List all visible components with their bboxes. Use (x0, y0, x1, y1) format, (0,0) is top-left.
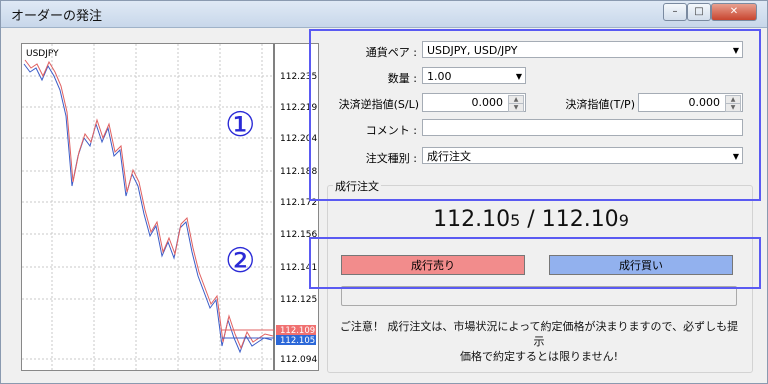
ask-price-last-digit: 9 (618, 211, 629, 230)
window-title: オーダーの発注 (11, 9, 103, 24)
chart-canvas: USDJPY 112.109 112.105 112.235112.219112… (22, 44, 317, 370)
chart-symbol: USDJPY (26, 49, 59, 59)
notice-line-2: 価格で約定するとは限りません! (459, 350, 619, 363)
ask-price-line (24, 59, 274, 350)
bid-ask-price: 112.105 / 112.109 (331, 207, 731, 232)
notice-line-1: ご注意！ 成行注文は、市場状況によって約定価格が決まりますので、必ずしも提示 (339, 320, 739, 348)
price-separator: / (520, 207, 542, 232)
market-notice: ご注意！ 成行注文は、市場状況によって約定価格が決まりますので、必ずしも提示 価… (337, 319, 741, 364)
annotation-marker-1: ① (225, 105, 256, 145)
order-dialog: オーダーの発注 – □ ✕ USDJPY 112.109 112.105 112… (0, 0, 768, 384)
bid-price-main: 112.10 (433, 207, 511, 232)
ask-price-main: 112.10 (541, 207, 619, 232)
highlight-box-2 (309, 237, 761, 289)
ask-price-label: 112.109 (280, 326, 315, 336)
bid-price-label: 112.105 (280, 336, 315, 346)
progress-bar (341, 286, 737, 306)
annotation-marker-2: ② (225, 241, 256, 281)
y-tick-label: 112.094 (280, 355, 317, 365)
minimize-button[interactable]: – (663, 3, 687, 21)
price-chart: USDJPY 112.109 112.105 112.235 112.219 112… (21, 43, 319, 371)
maximize-button[interactable]: □ (687, 3, 711, 21)
close-button[interactable]: ✕ (711, 3, 757, 21)
bid-price-last-digit: 5 (510, 211, 521, 230)
title-bar: オーダーの発注 – □ ✕ (1, 1, 767, 28)
y-tick-label: 112.125 (280, 295, 317, 305)
highlight-box-1 (309, 29, 761, 201)
